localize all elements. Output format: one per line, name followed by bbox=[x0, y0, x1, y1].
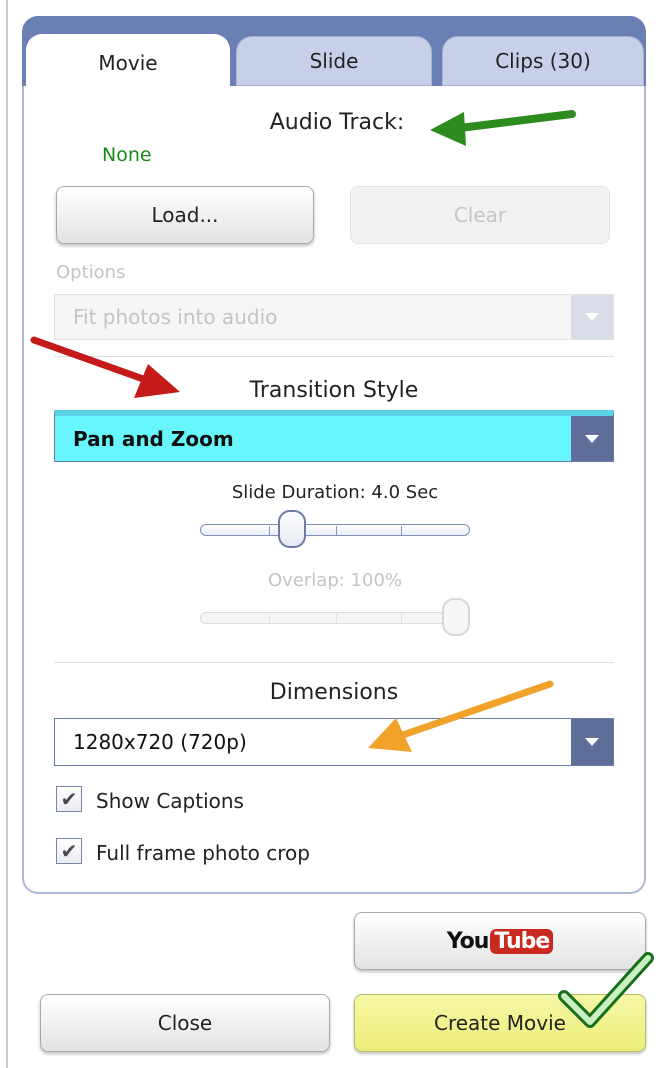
slider-tick bbox=[336, 526, 337, 536]
chevron-down-icon bbox=[571, 416, 613, 461]
overlap-label: Overlap: 100% bbox=[268, 570, 402, 591]
youtube-logo-tube: Tube bbox=[490, 928, 554, 954]
chevron-down-icon bbox=[571, 719, 613, 765]
slide-duration-label: Slide Duration: 4.0 Sec bbox=[231, 482, 439, 503]
youtube-logo-you: You bbox=[446, 928, 490, 954]
slide-duration-thumb[interactable] bbox=[278, 510, 306, 548]
slide-duration-slider[interactable] bbox=[200, 524, 470, 536]
orange-arrow-icon bbox=[368, 680, 554, 752]
audio-track-heading: Audio Track: bbox=[269, 110, 405, 135]
tab-movie[interactable]: Movie bbox=[26, 34, 230, 92]
slider-tick bbox=[401, 614, 402, 624]
transition-style-dropdown[interactable]: Pan and Zoom bbox=[54, 410, 614, 462]
checkmark-icon: ✔ bbox=[60, 839, 78, 863]
slider-tick bbox=[269, 614, 270, 624]
slider-tick bbox=[336, 614, 337, 624]
transition-style-value: Pan and Zoom bbox=[73, 426, 234, 451]
section-divider bbox=[54, 662, 614, 663]
overlap-slider[interactable] bbox=[200, 612, 470, 624]
tab-clips[interactable]: Clips (30) bbox=[442, 36, 644, 86]
load-button[interactable]: Load... bbox=[56, 186, 314, 244]
transition-style-heading: Transition Style bbox=[249, 378, 419, 403]
tab-clips-label: Clips (30) bbox=[495, 49, 591, 73]
full-frame-crop-label: Full frame photo crop bbox=[96, 841, 310, 865]
window-edge bbox=[6, 0, 8, 1068]
checkmark-icon: ✔ bbox=[60, 787, 78, 811]
green-checkmark-icon bbox=[558, 952, 654, 1028]
slider-tick bbox=[401, 526, 402, 536]
show-captions-checkbox[interactable]: ✔ bbox=[56, 786, 82, 812]
close-button[interactable]: Close bbox=[40, 994, 330, 1052]
red-arrow-icon bbox=[30, 336, 180, 398]
youtube-logo: You Tube bbox=[446, 928, 554, 954]
full-frame-crop-checkbox[interactable]: ✔ bbox=[56, 838, 82, 864]
audio-options-value: Fit photos into audio bbox=[73, 305, 278, 329]
show-captions-label: Show Captions bbox=[96, 789, 244, 813]
clear-button[interactable]: Clear bbox=[350, 186, 610, 244]
audio-track-value: None bbox=[102, 144, 152, 166]
tab-slide[interactable]: Slide bbox=[236, 36, 432, 86]
green-arrow-icon bbox=[430, 110, 576, 146]
tab-movie-label: Movie bbox=[98, 51, 158, 75]
slider-tick bbox=[269, 526, 270, 536]
options-label: Options bbox=[56, 262, 126, 283]
chevron-down-icon bbox=[571, 295, 613, 339]
overlap-thumb[interactable] bbox=[442, 598, 470, 636]
dimensions-value: 1280x720 (720p) bbox=[73, 730, 247, 754]
tab-slide-label: Slide bbox=[309, 49, 359, 73]
